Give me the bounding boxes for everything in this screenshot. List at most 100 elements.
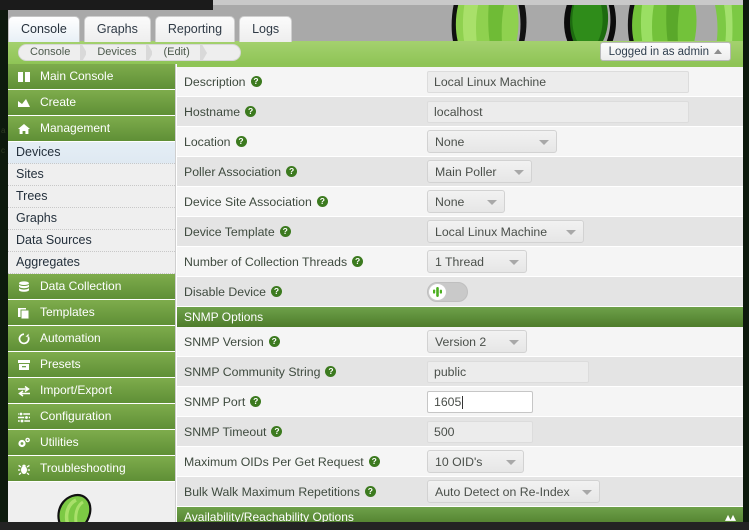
sidebar-item-data-collection[interactable]: Data Collection [8,274,175,300]
poller-association-select[interactable]: Main Poller [427,160,532,183]
help-icon[interactable]: ? [364,486,376,497]
selected-value: None [435,134,465,149]
logged-in-as-button[interactable]: Logged in as admin [599,42,731,61]
help-icon[interactable]: ? [268,336,280,347]
snmp-timeout-input[interactable]: 500 [427,420,533,443]
field-label: Poller Association ? [177,165,427,179]
device-template-select[interactable]: Local Linux Machine [427,220,584,243]
form-row-max-oids: Maximum OIDs Per Get Request ? 10 OID's [177,447,743,477]
help-icon[interactable]: ? [316,196,328,207]
help-icon[interactable]: ? [245,106,257,117]
snmp-community-string-input[interactable]: public [427,360,589,383]
sidebar-label: Create [40,95,77,109]
help-icon[interactable]: ? [368,456,380,467]
help-icon[interactable]: ? [279,226,291,237]
archive-icon [16,358,31,372]
help-icon[interactable]: ? [235,136,247,147]
device-site-association-select[interactable]: None [427,190,505,213]
field-control: 500 [427,420,743,443]
sidebar-item-graphs[interactable]: Graphs [8,208,175,230]
field-label: Device Site Association ? [177,195,427,209]
field-label: SNMP Timeout ? [177,425,427,439]
help-icon[interactable]: ? [352,256,364,267]
field-control: public [427,360,743,383]
sidebar-item-utilities[interactable]: Utilities [8,430,175,456]
label-text: Poller Association [184,164,282,179]
sidebar-item-configuration[interactable]: Configuration [8,404,175,430]
field-label: SNMP Port ? [177,395,427,409]
sidebar-item-devices[interactable]: Devices [8,142,175,164]
collection-threads-select[interactable]: 1 Thread [427,250,527,273]
section-header-snmp-options[interactable]: SNMP Options [177,307,743,327]
selected-value: Version 2 [435,334,487,349]
help-icon[interactable]: ? [325,366,337,377]
disable-device-toggle[interactable] [427,281,468,302]
field-control: 1605 [427,390,743,413]
sidebar-item-sites[interactable]: Sites [8,164,175,186]
sidebar-item-create[interactable]: Create [8,90,175,116]
tab-logs[interactable]: Logs [239,16,293,42]
sidebar-item-import-export[interactable]: Import/Export [8,378,175,404]
snmp-version-select[interactable]: Version 2 [427,330,527,353]
sidebar-label: Templates [40,305,95,319]
sidebar-item-aggregates[interactable]: Aggregates [8,252,175,274]
help-icon[interactable]: ? [271,426,283,437]
sidebar-label: Troubleshooting [40,461,126,475]
snmp-port-value: 1605 [434,394,462,409]
sidebar-navigation: Main Console Create Management Devices S… [8,64,176,530]
sidebar-item-presets[interactable]: Presets [8,352,175,378]
breadcrumb-item-devices[interactable]: Devices [86,45,154,60]
sidebar-item-templates[interactable]: Templates [8,300,175,326]
sidebar-item-management[interactable]: Management [8,116,175,142]
sidebar-item-troubleshooting[interactable]: Troubleshooting [8,456,175,482]
breadcrumb-item-edit[interactable]: (Edit) [152,45,208,60]
section-label: SNMP Options [184,309,264,324]
field-control: Main Poller [427,160,743,183]
toggle-knob [428,282,447,301]
sidebar-item-main-console[interactable]: Main Console [8,64,175,90]
label-text: Hostname [184,104,241,119]
sidebar-item-data-sources[interactable]: Data Sources [8,230,175,252]
selected-value: Main Poller [435,164,497,179]
field-label: Location ? [177,135,427,149]
breadcrumb: Console Devices (Edit) [18,44,241,61]
snmp-port-input[interactable]: 1605 [427,390,533,413]
form-row-collection-threads: Number of Collection Threads ? 1 Thread [177,247,743,277]
sidebar-item-trees[interactable]: Trees [8,186,175,208]
field-control: None [427,130,743,153]
help-icon[interactable]: ? [286,166,298,177]
help-icon[interactable]: ? [250,396,262,407]
breadcrumb-item-console[interactable]: Console [19,45,88,60]
field-control: localhost [427,100,743,123]
sidebar-label: Presets [40,357,81,371]
form-row-location: Location ? None [177,127,743,157]
field-control: 10 OID's [427,450,743,473]
sidebar-item-automation[interactable]: Automation [8,326,175,352]
field-label: Bulk Walk Maximum Repetitions ? [177,485,427,499]
chevron-down-icon [566,230,576,235]
database-icon [16,280,31,294]
field-control [427,281,743,302]
tab-reporting[interactable]: Reporting [154,16,236,42]
tab-graphs[interactable]: Graphs [83,16,151,42]
form-row-bulk-walk-repetitions: Bulk Walk Maximum Repetitions ? Auto Det… [177,477,743,507]
background-text-fragment: c [1,146,5,155]
help-icon[interactable]: ? [250,76,262,87]
form-row-snmp-port: SNMP Port ? 1605 [177,387,743,417]
sidebar-label: Utilities [40,435,79,449]
sidebar-label: Configuration [40,409,112,423]
field-control: 1 Thread [427,250,743,273]
sidebar-label: Data Collection [40,279,122,293]
tab-console[interactable]: Console [8,16,80,42]
help-icon[interactable]: ? [271,286,283,297]
bulk-walk-repetitions-select[interactable]: Auto Detect on Re-Index [427,480,600,503]
location-select[interactable]: None [427,130,557,153]
field-label: SNMP Version ? [177,335,427,349]
selected-value: Auto Detect on Re-Index [435,484,570,499]
logged-in-label: Logged in as admin [608,45,709,58]
page-left-edge [0,0,8,530]
hostname-input[interactable]: localhost [427,100,689,123]
description-input[interactable]: Local Linux Machine [427,70,689,93]
max-oids-select[interactable]: 10 OID's [427,450,524,473]
chevron-down-icon [539,140,549,145]
